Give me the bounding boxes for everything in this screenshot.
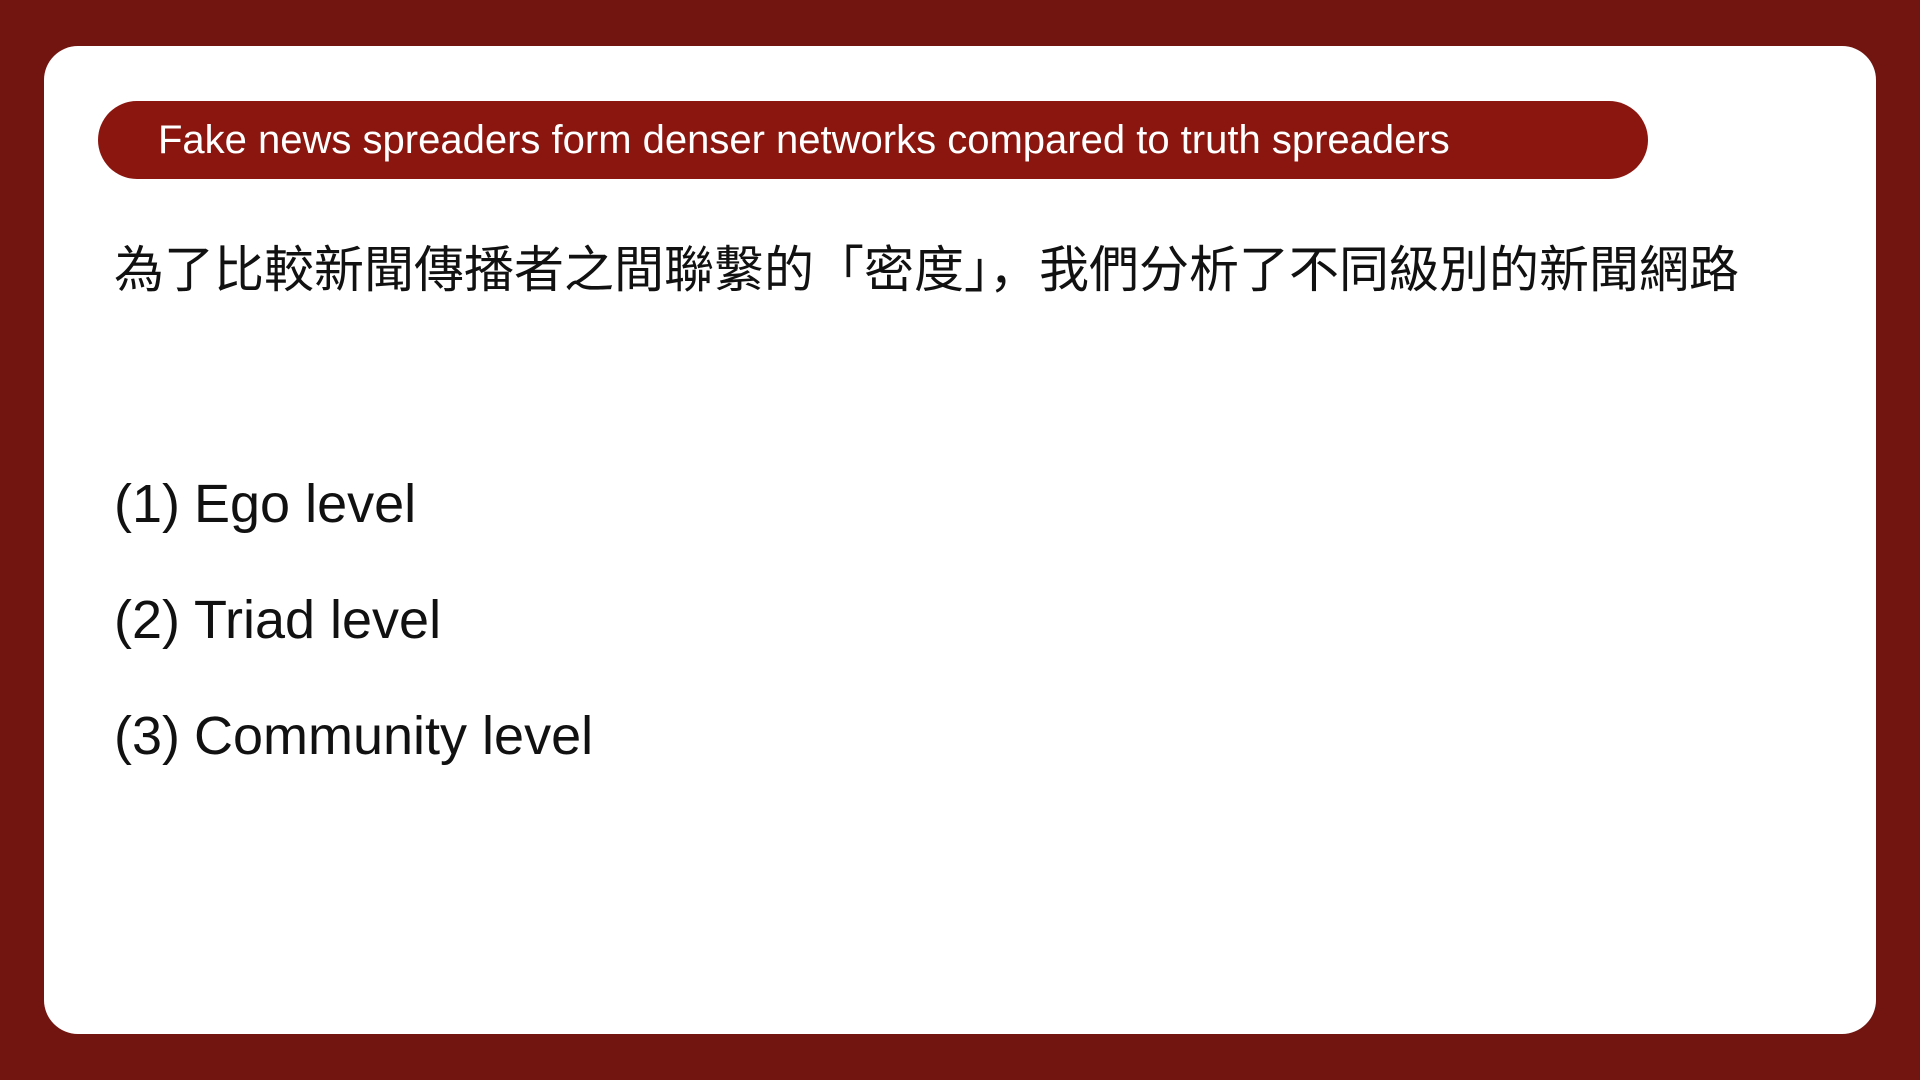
- slide-card: Fake news spreaders form denser networks…: [44, 46, 1876, 1034]
- level-list: (1) Ego level (2) Triad level (3) Commun…: [114, 446, 593, 794]
- list-item-ego-level: (1) Ego level: [114, 446, 593, 562]
- list-item-label: Community level: [194, 706, 594, 766]
- slide-title: Fake news spreaders form denser networks…: [98, 101, 1648, 179]
- list-item-label: Triad level: [194, 590, 442, 650]
- intro-paragraph: 為了比較新聞傳播者之間聯繫的「密度」，我們分析了不同級別的新聞網路: [114, 241, 1739, 299]
- list-item-number: (1): [114, 474, 180, 534]
- list-item-number: (3): [114, 706, 180, 766]
- list-item-number: (2): [114, 590, 180, 650]
- list-item-triad-level: (2) Triad level: [114, 562, 593, 678]
- list-item-community-level: (3) Community level: [114, 678, 593, 794]
- list-item-label: Ego level: [194, 474, 417, 534]
